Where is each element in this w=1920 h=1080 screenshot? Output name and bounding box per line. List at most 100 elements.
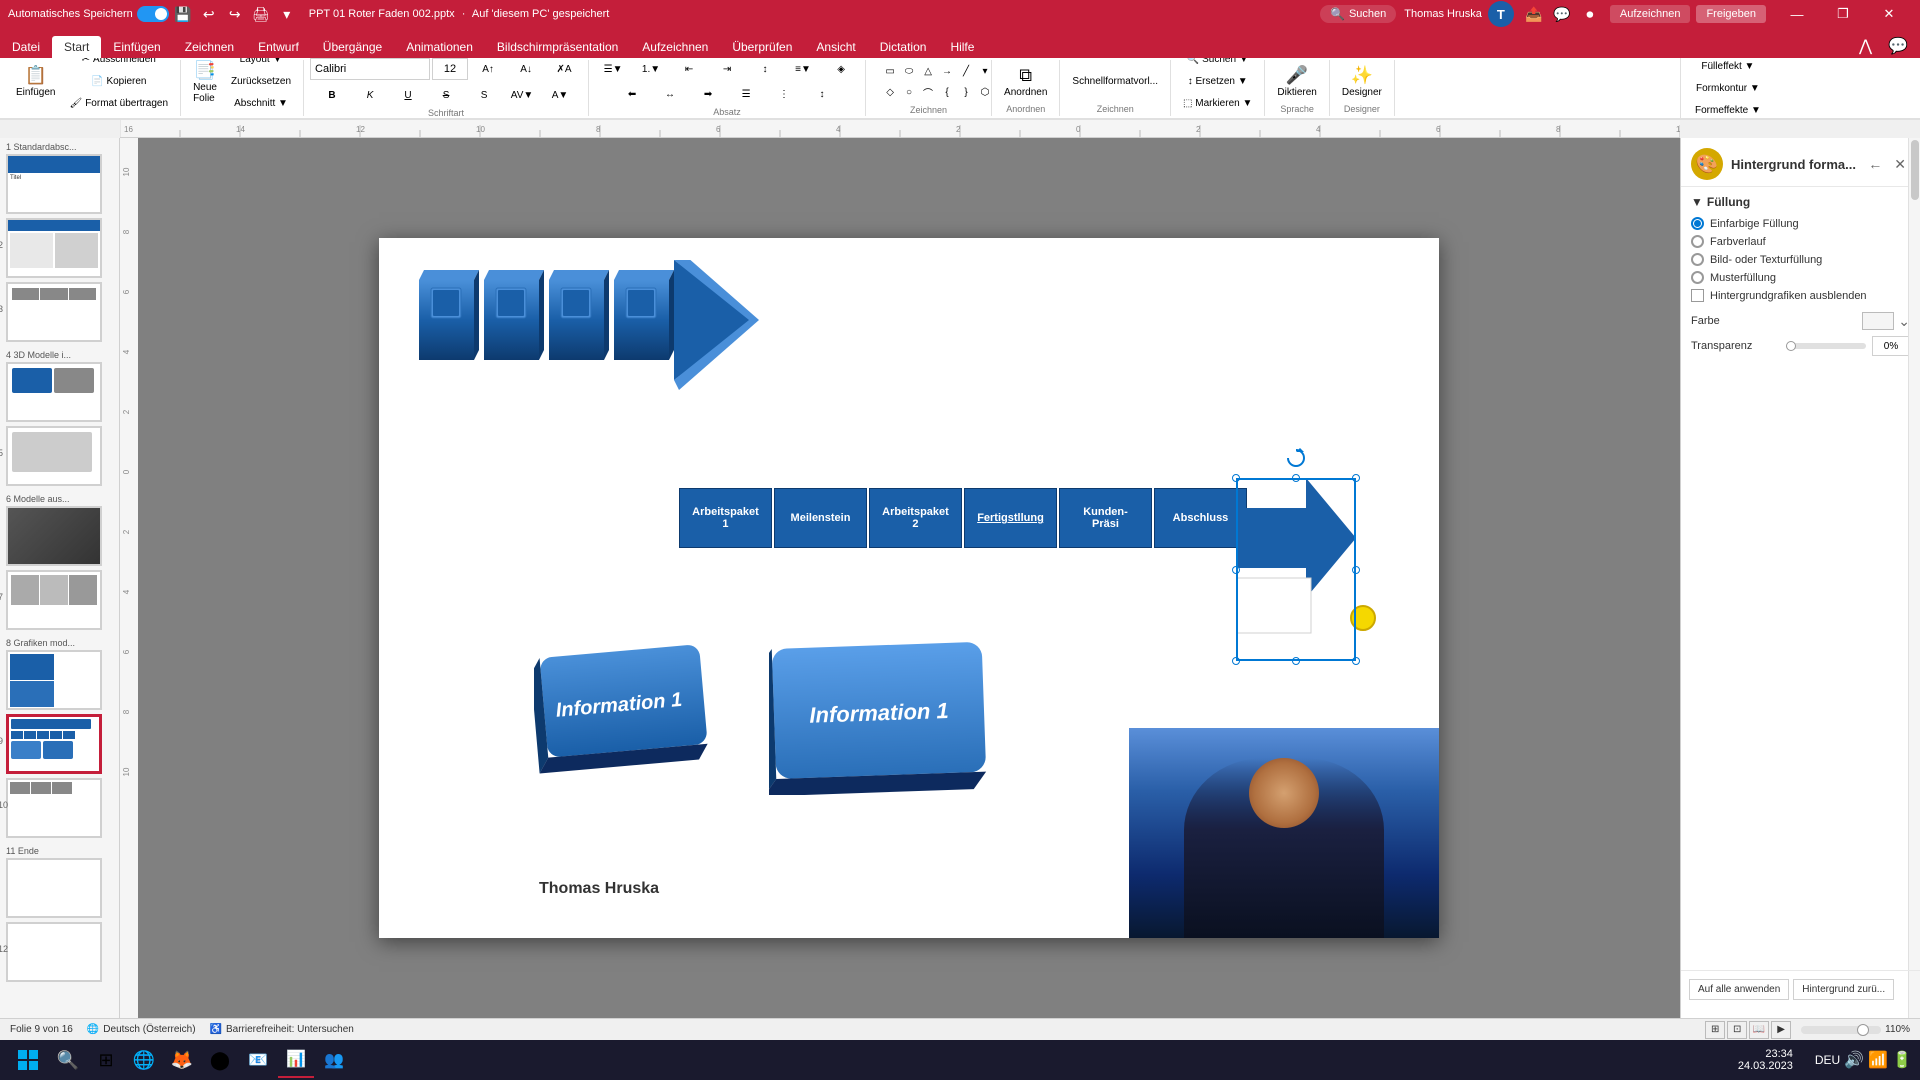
save-button[interactable]: 💾 [171,2,195,26]
underline-button[interactable]: U [390,85,426,105]
text-direction-button[interactable]: ↕ [747,59,783,79]
process-box-2[interactable]: Meilenstein [774,488,867,548]
group-label-4[interactable]: 4 3D Modelle i... [6,350,113,360]
handle-mr[interactable] [1352,566,1360,574]
tab-zeichnen[interactable]: Zeichnen [173,36,246,58]
windows-start-button[interactable] [8,1040,48,1080]
slide-thumb-11[interactable] [6,858,102,918]
search-bar[interactable]: 🔍 Suchen [1320,5,1396,23]
option-muster[interactable]: Musterfüllung [1691,271,1910,284]
justify-button[interactable]: ☰ [728,84,764,104]
align-left-button[interactable]: ⬅ [614,84,650,104]
more-qat-button[interactable]: ▾ [275,2,299,26]
farbe-control[interactable]: ⌄ [1862,312,1910,330]
format-painter-button[interactable]: 🖌Format übertragen [63,94,174,114]
taskbar-edge-button[interactable]: 🌐 [126,1042,162,1078]
process-box-3[interactable]: Arbeitspaket2 [869,488,962,548]
slide-thumb-7[interactable] [6,570,102,630]
autosave-toggle[interactable]: Automatisches Speichern [8,6,169,22]
effect-button[interactable]: Formeffekte ▼ [1689,100,1767,120]
undo-button[interactable]: ↩ [197,2,221,26]
kb-button-1[interactable]: Information 1 [534,630,734,783]
tab-dictation[interactable]: Dictation [868,36,939,58]
handle-tl[interactable] [1232,474,1240,482]
outline-button[interactable]: Formkontur ▼ [1689,78,1767,98]
process-box-6[interactable]: Abschluss [1154,488,1247,548]
lang-indicator[interactable]: DEU [1815,1053,1840,1067]
slide-sorter-button[interactable]: ⊡ [1727,1021,1747,1039]
selected-arrow-shape[interactable] [1236,478,1356,661]
column-button[interactable]: ⋮ [766,84,802,104]
slide-thumb-10[interactable] [6,778,102,838]
group-label-8[interactable]: 8 Grafiken mod... [6,638,113,648]
slideshow-button[interactable]: ▶ [1771,1021,1791,1039]
language-status[interactable]: 🌐 Deutsch (Österreich) [87,1024,196,1035]
align-center-button[interactable]: ↔ [652,84,688,104]
copy-button[interactable]: 📄Kopieren [63,72,174,92]
slide-canvas[interactable]: Arbeitspaket1 Meilenstein Arbeitspaket2 … [138,138,1680,1038]
zoom-handle[interactable] [1857,1024,1869,1036]
handle-tc[interactable] [1292,474,1300,482]
find-button[interactable]: 🔍 Suchen ▼ [1177,58,1258,70]
tab-uebergaenge[interactable]: Übergänge [311,36,394,58]
slide-thumb-9[interactable] [6,714,102,774]
close-button[interactable]: ✕ [1866,0,1912,28]
line-spacing-button[interactable]: ↕ [804,84,840,104]
yellow-resize-handle[interactable] [1350,605,1376,631]
handle-bl[interactable] [1232,657,1240,665]
slide-thumb-1[interactable]: Titel [6,154,102,214]
slide-thumb-6[interactable] [6,506,102,566]
slide-thumb-4[interactable] [6,362,102,422]
panel-back-button[interactable]: ← [1864,154,1886,175]
numbering-button[interactable]: 1.▼ [633,59,669,79]
align-right-button[interactable]: ➡ [690,84,726,104]
slide-thumb-2[interactable] [6,218,102,278]
increase-font-button[interactable]: A↑ [470,59,506,79]
tab-praesentation[interactable]: Bildschirmpräsentation [485,36,630,58]
transparenz-slider[interactable] [1786,343,1866,349]
process-box-5[interactable]: Kunden-Präsi [1059,488,1152,548]
italic-button[interactable]: K [352,85,388,105]
slide-thumb-8[interactable] [6,650,102,710]
reset-background-button[interactable]: Hintergrund zurü... [1793,979,1894,1000]
ribbon-comments-icon[interactable]: 💬 [1882,34,1914,58]
accessibility-status[interactable]: ♿ Barrierefreiheit: Untersuchen [210,1024,354,1035]
redo-button[interactable]: ↪ [223,2,247,26]
designer-button[interactable]: ✨ Designer [1336,62,1388,101]
taskbar-outlook-button[interactable]: 📧 [240,1042,276,1078]
quick-styles-button[interactable]: Schnellformatvorl... [1066,62,1164,101]
smartart-button[interactable]: ◈ [823,59,859,79]
tab-start[interactable]: Start [52,36,101,58]
tab-aufzeichnen[interactable]: Aufzeichnen [630,36,720,58]
decrease-indent-button[interactable]: ⇤ [671,59,707,79]
rotation-handle[interactable] [1286,448,1306,471]
tab-datei[interactable]: Datei [0,36,52,58]
group-label-6[interactable]: 6 Modelle aus... [6,494,113,504]
clear-format-button[interactable]: ✗A [546,59,582,79]
tab-einfuegen[interactable]: Einfügen [101,36,172,58]
volume-icon[interactable]: 🔊 [1844,1050,1864,1070]
maximize-button[interactable]: ❐ [1820,0,1866,28]
radio-bild[interactable] [1691,253,1704,266]
new-slide-button[interactable]: 📑 NeueFolie [187,58,223,109]
handle-br[interactable] [1352,657,1360,665]
panel-scrollbar[interactable] [1908,138,1920,1038]
aufzeichnen-button[interactable]: Aufzeichnen [1610,5,1691,23]
slide-panel[interactable]: 10 8 6 4 2 0 2 4 6 8 10 1 Standardabsc..… [0,138,120,1038]
radio-farbverlauf[interactable] [1691,235,1704,248]
font-name-input[interactable] [310,58,430,80]
battery-icon[interactable]: 🔋 [1892,1050,1912,1070]
taskbar-chrome-button[interactable]: ⬤ [202,1042,238,1078]
reading-view-button[interactable]: 📖 [1749,1021,1769,1039]
panel-scroll-thumb[interactable] [1911,140,1919,200]
font-color-button[interactable]: A▼ [542,85,578,105]
fill-color-button[interactable]: Fülleffekt ▼ [1689,56,1767,76]
option-bild[interactable]: Bild- oder Texturfüllung [1691,253,1910,266]
group-label-11[interactable]: 11 Ende [6,846,113,856]
cut-button[interactable]: ✂Ausschneiden [63,58,174,70]
network-icon[interactable]: 📶 [1868,1050,1888,1070]
freigeben-button[interactable]: Freigeben [1696,5,1766,23]
tab-ueberpruefen[interactable]: Überprüfen [720,36,804,58]
kb-button-2[interactable]: Information 1 [769,630,1009,798]
share-icon[interactable]: 📤 [1522,2,1546,26]
